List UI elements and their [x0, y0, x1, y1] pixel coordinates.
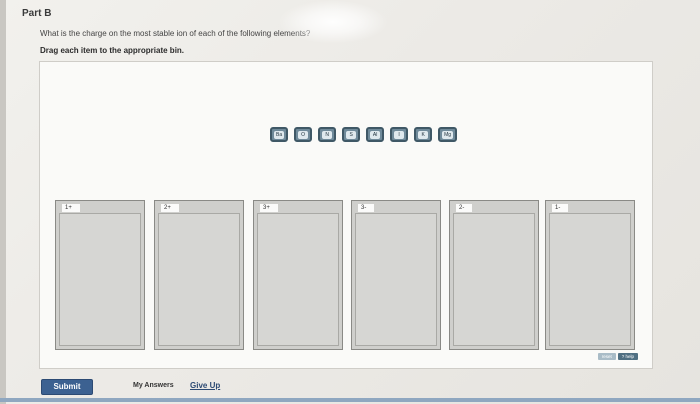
tile-label: I — [394, 130, 405, 139]
page: Part B What is the charge on the most st… — [0, 0, 700, 404]
tile-mg[interactable]: Mg — [438, 127, 458, 142]
drop-bins: 1+ 2+ 3+ 3- 2- 1- — [55, 200, 640, 352]
left-edge-divider — [0, 0, 6, 404]
bin-controls: reset ? help — [597, 353, 638, 360]
footer-divider — [0, 398, 700, 402]
part-title: Part B — [22, 8, 52, 19]
give-up-link[interactable]: Give Up — [190, 381, 220, 390]
bin-1-plus[interactable]: 1+ — [55, 200, 145, 350]
bin-2-minus[interactable]: 2- — [449, 200, 539, 350]
bin-drop-area[interactable] — [453, 213, 535, 346]
tile-al[interactable]: Al — [366, 127, 385, 142]
bin-drop-area[interactable] — [549, 213, 631, 346]
tile-i[interactable]: I — [390, 127, 409, 142]
bin-1-minus[interactable]: 1- — [545, 200, 635, 350]
my-answers-link[interactable]: My Answers — [133, 382, 174, 389]
tile-label: S — [346, 130, 357, 139]
bin-label: 1+ — [62, 204, 80, 212]
tile-label: N — [322, 130, 333, 139]
tile-o[interactable]: O — [294, 127, 313, 142]
help-button[interactable]: ? help — [617, 353, 638, 360]
submit-button[interactable]: Submit — [41, 379, 93, 395]
tile-s[interactable]: S — [342, 127, 361, 142]
tile-label: Al — [370, 130, 381, 139]
tile-label: Mg — [442, 130, 454, 139]
bin-drop-area[interactable] — [355, 213, 437, 346]
tile-ba[interactable]: Ba — [270, 127, 289, 142]
bin-label: 1- — [552, 204, 569, 212]
tile-label: K — [418, 130, 429, 139]
reset-button[interactable]: reset — [597, 353, 616, 360]
bin-label: 3- — [358, 204, 375, 212]
tile-k[interactable]: K — [414, 127, 433, 142]
bin-drop-area[interactable] — [158, 213, 240, 346]
bin-drop-area[interactable] — [59, 213, 141, 346]
bin-3-plus[interactable]: 3+ — [253, 200, 343, 350]
question-text: What is the charge on the most stable io… — [40, 29, 311, 38]
bin-label: 2- — [456, 204, 473, 212]
tile-n[interactable]: N — [318, 127, 337, 142]
bin-drop-area[interactable] — [257, 213, 339, 346]
bin-label: 2+ — [161, 204, 179, 212]
bin-label: 3+ — [260, 204, 278, 212]
tile-label: Ba — [274, 130, 285, 139]
tile-label: O — [298, 130, 309, 139]
footer: Submit My Answers Give Up — [0, 369, 700, 404]
bin-2-plus[interactable]: 2+ — [154, 200, 244, 350]
element-tiles: Ba O N S Al I K Mg — [270, 127, 458, 145]
bin-3-minus[interactable]: 3- — [351, 200, 441, 350]
instruction-text: Drag each item to the appropriate bin. — [40, 46, 185, 55]
